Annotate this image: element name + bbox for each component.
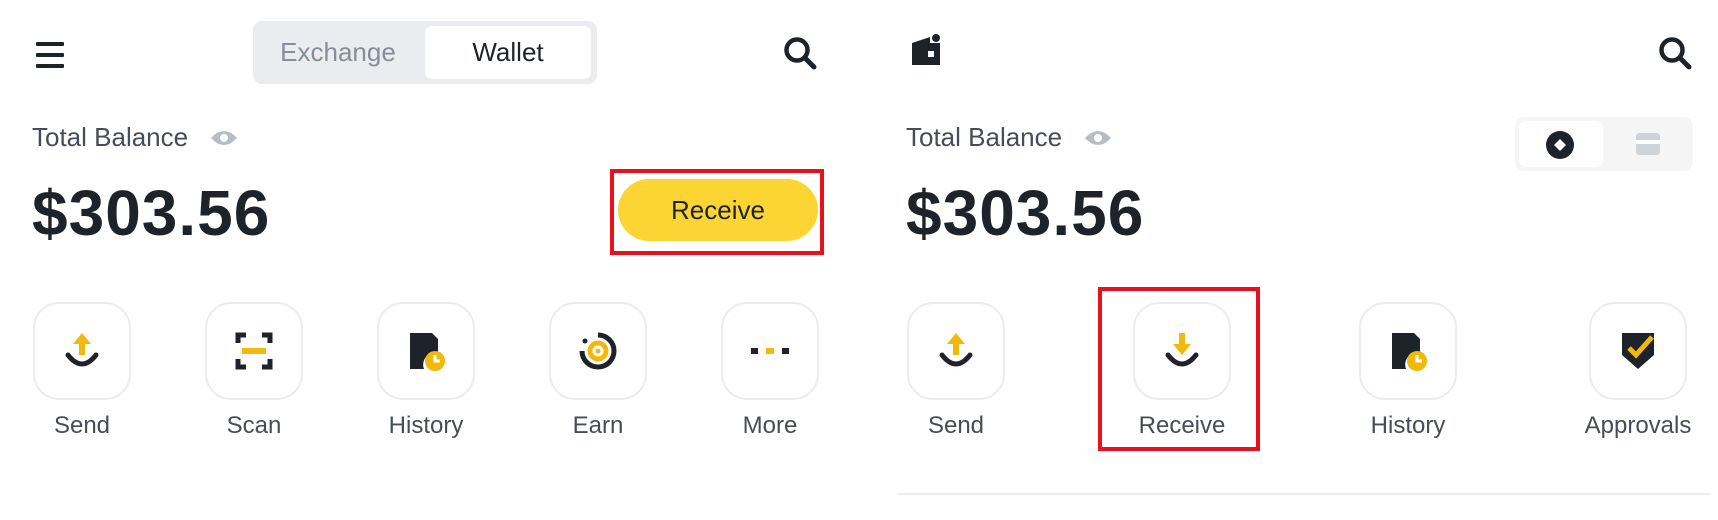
history-action-tile[interactable] [1359,302,1457,400]
history-label: History [388,412,464,439]
divider [898,493,1710,495]
approvals-action-tile[interactable] [1589,302,1687,400]
more-icon [751,348,789,354]
wallet-settings-icon[interactable] [910,33,942,67]
receive-icon [1165,333,1199,367]
exchange-wallet-tab-switch: Exchange Wallet [253,21,597,84]
total-balance-label: Total Balance [906,122,1063,152]
balance-amount: $303.56 [906,177,1145,249]
history-action-tile[interactable] [377,302,475,400]
send-label: Send [53,412,111,439]
search-icon[interactable] [783,36,817,70]
tab-exchange[interactable]: Exchange [253,21,423,84]
scan-icon [235,332,273,370]
earn-action-tile[interactable] [549,302,647,400]
send-action-tile[interactable] [907,302,1005,400]
history-icon [410,333,445,371]
send-icon [939,333,973,367]
history-label: History [1370,412,1446,439]
send-icon [65,333,99,367]
hamburger-menu-icon[interactable] [36,42,64,68]
exchange-wallet-screen: Exchange Wallet Total Balance $303.56 Re… [0,0,860,520]
eye-icon[interactable] [1084,128,1112,148]
total-balance-label: Total Balance [32,122,189,152]
history-icon [1392,333,1427,371]
tab-wallet[interactable]: Wallet [425,26,591,79]
receive-button[interactable]: Receive [618,179,818,241]
balance-amount: $303.56 [32,177,271,249]
scan-action-tile[interactable] [205,302,303,400]
receive-label: Receive [1138,412,1226,439]
eye-icon[interactable] [210,128,238,148]
send-label: Send [927,412,985,439]
receive-action-tile[interactable] [1133,302,1231,400]
card-icon[interactable] [1634,130,1662,158]
earn-icon [579,332,617,370]
diamond-icon[interactable] [1545,130,1575,160]
approvals-icon [1622,333,1654,369]
send-action-tile[interactable] [33,302,131,400]
view-toggle [1515,117,1693,171]
web3-wallet-screen [890,0,1718,520]
more-label: More [742,412,798,439]
scan-label: Scan [226,412,282,439]
earn-label: Earn [572,412,624,439]
more-action-tile[interactable] [721,302,819,400]
approvals-label: Approvals [1584,412,1692,439]
search-icon[interactable] [1658,36,1692,70]
